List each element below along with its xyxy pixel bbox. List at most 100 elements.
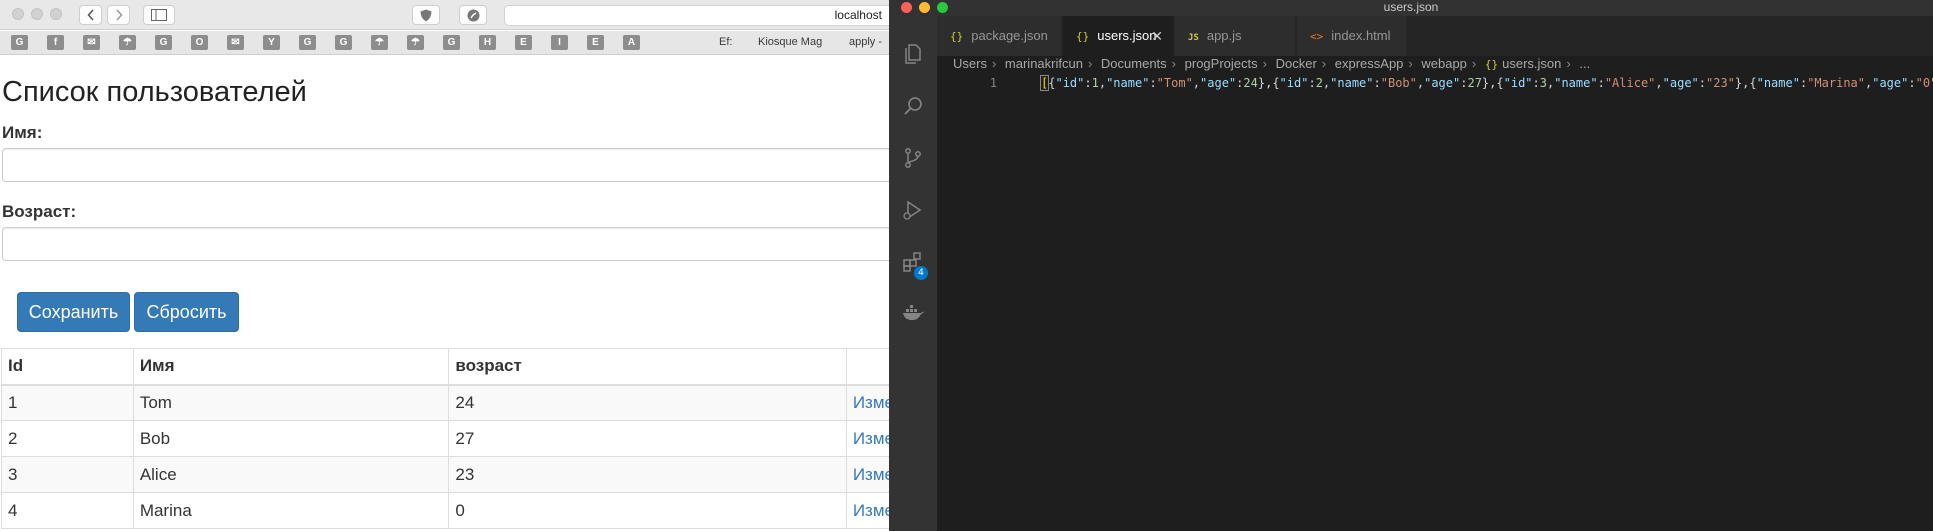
chevron-right-icon: › — [1471, 56, 1477, 71]
edit-link[interactable]: Изме — [853, 429, 889, 448]
column-header-actions — [845, 348, 889, 386]
favorite-item[interactable]: G — [443, 35, 460, 50]
favorite-item[interactable]: A — [623, 35, 640, 50]
breadcrumb-item[interactable]: Docker — [1276, 56, 1317, 71]
extension-button[interactable] — [459, 5, 487, 25]
cell-name: Tom — [132, 384, 450, 421]
breadcrumb-item[interactable]: webapp — [1421, 56, 1467, 71]
activity-bar: 4 — [889, 16, 937, 531]
zoom-window-button[interactable] — [937, 2, 948, 13]
chevron-right-icon: › — [1408, 56, 1413, 71]
close-window-button[interactable] — [901, 2, 912, 13]
chevron-right-icon: › — [1087, 56, 1093, 71]
favorite-item[interactable]: ☂ — [119, 35, 136, 50]
forward-button[interactable] — [107, 5, 130, 25]
code-editor[interactable]: 1 [{"id":1,"name":"Tom","age":24},{"id":… — [937, 74, 1933, 531]
cell-action: Изме — [845, 420, 889, 457]
breadcrumb: Users › marinakrifcun › Documents › progPro… — [953, 55, 1590, 73]
sidebar-toggle-button[interactable] — [143, 5, 175, 25]
favorite-item[interactable]: G — [11, 35, 28, 50]
name-input[interactable] — [2, 148, 889, 182]
address-bar[interactable]: localhost — [504, 5, 889, 26]
tab-app-js[interactable]: JS app.js — [1175, 16, 1296, 56]
html-icon: <> — [1310, 30, 1324, 43]
table-row: 4 Marina 0 Изме — [1, 492, 889, 529]
cell-age: 24 — [448, 384, 847, 421]
favorite-link[interactable]: Ef: — [719, 36, 732, 48]
breadcrumb-item[interactable]: Documents — [1101, 56, 1167, 71]
age-label: Возраст: — [2, 202, 77, 221]
favorite-item[interactable]: Y — [263, 35, 280, 50]
age-input[interactable] — [2, 227, 889, 261]
close-window-button[interactable] — [12, 8, 24, 20]
favorite-item[interactable]: E — [587, 35, 604, 50]
json-key: "id" — [1055, 76, 1085, 90]
favorite-item[interactable]: O — [191, 35, 208, 50]
files-icon[interactable] — [901, 42, 925, 66]
breadcrumb-item[interactable]: progProjects — [1185, 56, 1258, 71]
reset-button[interactable]: Сбросить — [134, 292, 239, 332]
favorite-link[interactable]: Kiosque Mag — [758, 36, 822, 48]
chevron-right-icon: › — [1171, 56, 1177, 71]
favorites-bar: G f ✉ ☂ G O ✉ Y G G ☂ ☂ G H E I E A Ef: … — [0, 31, 889, 55]
tab-package-json[interactable]: {} package.json — [937, 16, 1062, 56]
cell-name: Bob — [132, 420, 450, 457]
run-debug-icon[interactable] — [901, 198, 925, 222]
json-punctuation: : — [1698, 76, 1706, 90]
minimize-window-button[interactable] — [31, 8, 43, 20]
breadcrumb-item[interactable]: marinakrifcun — [1005, 56, 1083, 71]
code-line[interactable]: [{"id":1,"name":"Tom","age":24},{"id":2,… — [1039, 74, 1933, 92]
back-button[interactable] — [79, 5, 102, 25]
json-punctuation: : — [1373, 76, 1381, 90]
favorite-item[interactable]: G — [155, 35, 172, 50]
breadcrumb-item[interactable]: Users — [953, 56, 987, 71]
breadcrumb-item[interactable]: users.json — [1502, 56, 1561, 71]
json-string: "Tom" — [1156, 76, 1193, 90]
zoom-window-button[interactable] — [50, 8, 62, 20]
json-punctuation: { — [1496, 76, 1504, 90]
name-label: Имя: — [2, 123, 43, 142]
window-title: users.json — [1383, 0, 1439, 14]
json-string: "23" — [1706, 76, 1735, 90]
tab-index-html[interactable]: <> index.html — [1297, 16, 1407, 56]
close-icon[interactable]: ✕ — [1151, 16, 1163, 56]
docker-icon[interactable] — [901, 300, 925, 324]
breadcrumb-item[interactable]: expressApp — [1335, 56, 1404, 71]
favorite-item[interactable]: ☂ — [407, 35, 424, 50]
search-icon[interactable] — [901, 94, 925, 118]
json-number: 1 — [1091, 76, 1099, 90]
json-number: 2 — [1315, 76, 1323, 90]
ublock-extension-button[interactable] — [412, 5, 440, 25]
javascript-icon: JS — [1188, 33, 1199, 43]
favorite-item[interactable]: I — [551, 35, 568, 50]
favorite-item[interactable]: ☂ — [371, 35, 388, 50]
cell-action: Изме — [845, 456, 889, 493]
json-punctuation: : — [1532, 76, 1540, 90]
cell-id: 1 — [1, 384, 134, 421]
web-page: Список пользователей Имя: Возраст: Сохра… — [0, 56, 889, 531]
json-string: "Alice" — [1604, 76, 1656, 90]
table-row: 3 Alice 23 Изме — [1, 456, 889, 493]
tab-label: users.json — [1097, 28, 1157, 43]
edit-link[interactable]: Изме — [853, 501, 889, 520]
json-key: "age" — [1662, 76, 1699, 90]
breadcrumb-item[interactable]: ... — [1579, 56, 1590, 71]
favorite-item[interactable]: H — [479, 35, 496, 50]
json-punctuation: , — [1098, 76, 1107, 90]
edit-link[interactable]: Изме — [853, 393, 889, 412]
sidebar-icon — [151, 9, 167, 21]
favorite-link[interactable]: apply - — [849, 36, 882, 48]
favorite-item[interactable]: E — [515, 35, 532, 50]
favorite-item[interactable]: G — [299, 35, 316, 50]
favorite-item[interactable]: f — [47, 35, 64, 50]
save-button[interactable]: Сохранить — [17, 292, 130, 332]
source-control-icon[interactable] — [901, 146, 925, 170]
minimize-window-button[interactable] — [919, 2, 930, 13]
cell-id: 4 — [1, 492, 134, 529]
tab-users-json[interactable]: {} users.json ✕ — [1063, 16, 1174, 56]
favorite-item[interactable]: ✉ — [227, 35, 244, 50]
edit-link[interactable]: Изме — [853, 465, 889, 484]
favorite-item[interactable]: G — [335, 35, 352, 50]
cell-id: 2 — [1, 420, 134, 457]
favorite-item[interactable]: ✉ — [83, 35, 100, 50]
